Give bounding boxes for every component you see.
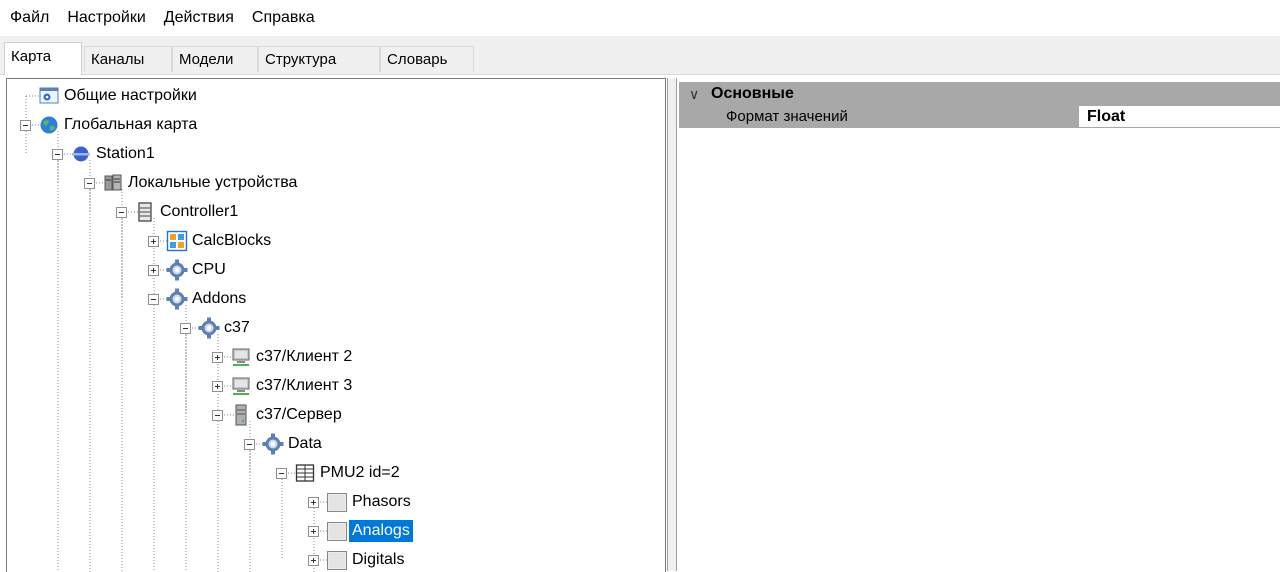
- collapse-icon[interactable]: [52, 148, 64, 160]
- client-computer-icon: [230, 346, 252, 368]
- collapse-icon[interactable]: [148, 293, 160, 305]
- tab-models[interactable]: Модели: [172, 46, 258, 72]
- tree-node[interactable]: PMU2 id=2: [276, 459, 403, 487]
- station-icon: [70, 143, 92, 165]
- tree-node-label[interactable]: Data: [285, 433, 325, 455]
- tab-map[interactable]: Карта: [4, 42, 82, 75]
- tree-node[interactable]: c37/Клиент 2: [212, 343, 355, 371]
- tree-node-label[interactable]: Controller1: [157, 201, 241, 223]
- tree-node-label[interactable]: c37/Сервер: [253, 404, 345, 426]
- tree-node-label[interactable]: Station1: [93, 143, 158, 165]
- local-devices-icon: [102, 172, 124, 194]
- panel-splitter[interactable]: [667, 78, 677, 571]
- tree-node[interactable]: Data: [244, 430, 325, 458]
- expand-icon[interactable]: [308, 554, 320, 566]
- tab-dictionary[interactable]: Словарь: [380, 46, 474, 72]
- tree-node-label[interactable]: Analogs: [349, 520, 413, 542]
- client-computer-icon: [230, 375, 252, 397]
- tree-node[interactable]: c37: [180, 314, 253, 342]
- controller-icon: [134, 201, 156, 223]
- gear-icon: [166, 288, 188, 310]
- tree-node-label[interactable]: Digitals: [349, 549, 407, 571]
- tree-node[interactable]: CalcBlocks: [148, 227, 274, 255]
- collapse-icon[interactable]: [116, 206, 128, 218]
- gear-icon: [166, 259, 188, 281]
- tree-node[interactable]: Analogs: [308, 517, 413, 545]
- tree-node[interactable]: c37/Клиент 3: [212, 372, 355, 400]
- tree-node[interactable]: Глобальная карта: [20, 111, 200, 139]
- property-row[interactable]: Формат значений Float: [679, 106, 1280, 128]
- collapse-icon[interactable]: [20, 119, 32, 131]
- expand-icon[interactable]: [308, 525, 320, 537]
- gear-icon: [198, 317, 220, 339]
- tree-node-label[interactable]: Общие настройки: [61, 85, 200, 107]
- property-value[interactable]: Float: [1079, 106, 1280, 128]
- tree-node-label[interactable]: Локальные устройства: [125, 172, 300, 194]
- menu-help[interactable]: Справка: [243, 0, 324, 36]
- expand-icon[interactable]: [212, 380, 224, 392]
- tree-node[interactable]: c37/Сервер: [212, 401, 345, 429]
- tree-node-label[interactable]: PMU2 id=2: [317, 462, 403, 484]
- menu-settings[interactable]: Настройки: [58, 0, 154, 36]
- tab-channels[interactable]: Каналы: [84, 46, 172, 72]
- tree-panel[interactable]: Общие настройки Глобальная карта Station1 Л…: [6, 78, 666, 572]
- menu-file[interactable]: Файл: [0, 0, 58, 36]
- settings-window-icon: [38, 85, 60, 107]
- chevron-down-icon[interactable]: ∨: [689, 86, 711, 103]
- tree-node-label[interactable]: Addons: [189, 288, 249, 310]
- folder-box-icon: [326, 520, 348, 542]
- tree-node[interactable]: Phasors: [308, 488, 414, 516]
- tree-node-label[interactable]: c37/Клиент 2: [253, 346, 355, 368]
- tab-structure[interactable]: Структура: [258, 46, 380, 72]
- tree-node-label[interactable]: CPU: [189, 259, 229, 281]
- property-category[interactable]: ∨ Основные: [679, 82, 1280, 106]
- calc-blocks-icon: [166, 230, 188, 252]
- collapse-icon[interactable]: [276, 467, 288, 479]
- gear-icon: [262, 433, 284, 455]
- tree-node-label[interactable]: c37: [221, 317, 253, 339]
- collapse-icon[interactable]: [212, 409, 224, 421]
- expand-icon[interactable]: [212, 351, 224, 363]
- tree-node-label[interactable]: CalcBlocks: [189, 230, 274, 252]
- expand-icon[interactable]: [308, 496, 320, 508]
- tree-node[interactable]: Digitals: [308, 546, 407, 572]
- properties-panel: ∨ Основные Формат значений Float: [679, 78, 1280, 571]
- tab-bar: Карта Каналы Модели Структура Словарь: [0, 36, 1280, 75]
- collapse-icon[interactable]: [244, 438, 256, 450]
- property-name: Формат значений: [679, 106, 1079, 128]
- collapse-icon[interactable]: [180, 322, 192, 334]
- table-icon: [294, 462, 316, 484]
- category-title: Основные: [711, 85, 794, 102]
- expand-icon[interactable]: [148, 264, 160, 276]
- tree-node[interactable]: Controller1: [116, 198, 241, 226]
- server-icon: [230, 404, 252, 426]
- menu-actions[interactable]: Действия: [155, 0, 243, 36]
- folder-box-icon: [326, 491, 348, 513]
- menu-bar: Файл Настройки Действия Справка: [0, 0, 1280, 36]
- tree-node[interactable]: Локальные устройства: [84, 169, 300, 197]
- collapse-icon[interactable]: [84, 177, 96, 189]
- tree-node-label[interactable]: c37/Клиент 3: [253, 375, 355, 397]
- expand-icon[interactable]: [148, 235, 160, 247]
- tree-node[interactable]: Общие настройки: [20, 82, 200, 110]
- tree-node-label[interactable]: Глобальная карта: [61, 114, 200, 136]
- tree-node[interactable]: Station1: [52, 140, 158, 168]
- folder-box-icon: [326, 549, 348, 571]
- globe-icon: [38, 114, 60, 136]
- tree-node-label[interactable]: Phasors: [349, 491, 414, 513]
- tree-node[interactable]: CPU: [148, 256, 229, 284]
- tree-node[interactable]: Addons: [148, 285, 249, 313]
